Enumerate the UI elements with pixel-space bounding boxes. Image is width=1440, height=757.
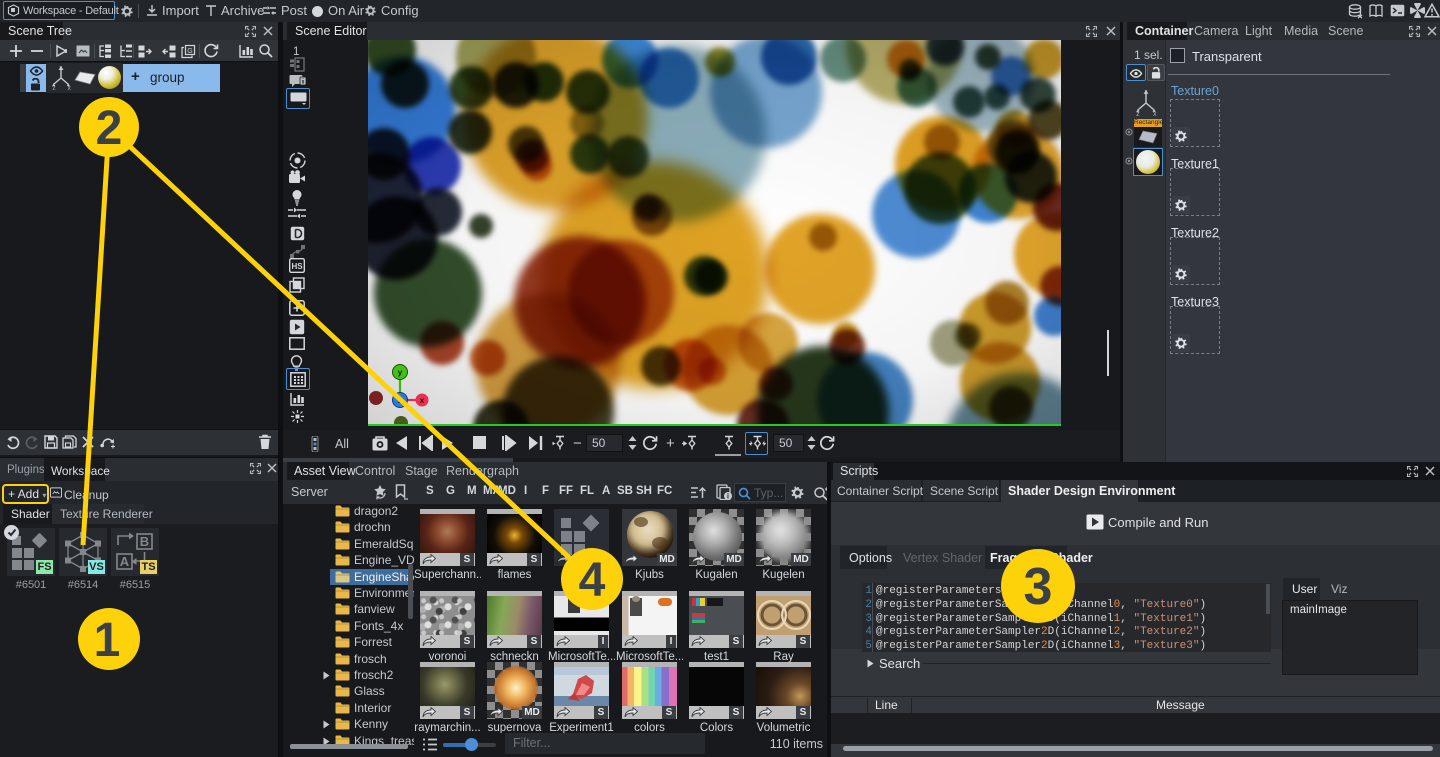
svg-text:i: i <box>727 494 729 501</box>
svg-text:y: y <box>398 367 403 377</box>
svg-text:x: x <box>420 395 425 405</box>
svg-text:HS: HS <box>291 262 303 271</box>
svg-text:G: G <box>187 48 192 55</box>
svg-text:B: B <box>140 534 149 549</box>
svg-text:A: A <box>120 554 130 569</box>
svg-text:X: X <box>68 86 72 90</box>
svg-text:Y: Y <box>1144 90 1148 95</box>
svg-text:Z: Z <box>53 86 56 90</box>
svg-text:Z: Z <box>1136 112 1140 116</box>
svg-text:X: X <box>1153 112 1157 116</box>
svg-text:z: z <box>398 395 402 405</box>
